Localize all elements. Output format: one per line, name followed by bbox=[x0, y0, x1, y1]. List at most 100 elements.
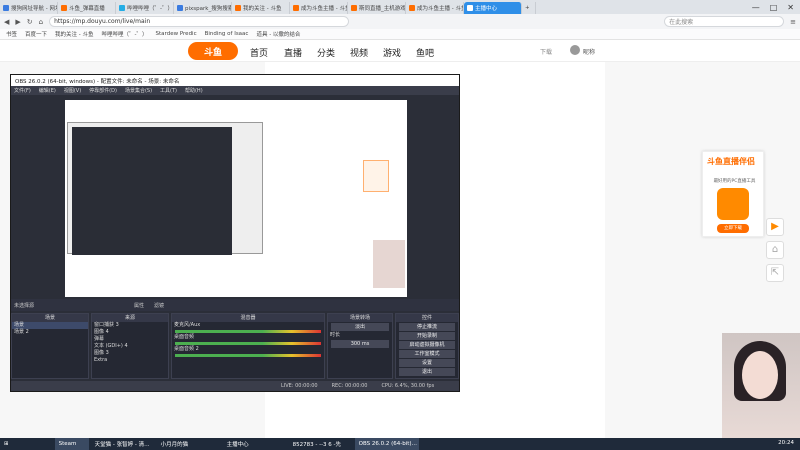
bookmark-item[interactable]: 我的关注 - 斗鱼 bbox=[55, 30, 93, 38]
webcam-face bbox=[742, 351, 778, 399]
nav-game[interactable]: 游戏 bbox=[383, 46, 401, 59]
obs-menu-view[interactable]: 视图(V) bbox=[64, 87, 81, 94]
source-item[interactable]: 图像 4 bbox=[92, 329, 168, 336]
exit-button[interactable]: 退出 bbox=[399, 368, 455, 376]
scene-item[interactable]: 场景 2 bbox=[12, 329, 88, 336]
obs-status-bar: LIVE: 00:00:00 REC: 00:00:00 CPU: 6.4%, … bbox=[11, 381, 459, 391]
browser-tab[interactable]: 斯同直播_主机游戏 bbox=[348, 2, 406, 14]
obs-menu-file[interactable]: 文件(F) bbox=[14, 87, 31, 94]
forward-icon[interactable]: ▶ bbox=[15, 18, 20, 26]
minimize-button[interactable]: — bbox=[752, 3, 760, 12]
tab-label: 我的关注 - 斗鱼 bbox=[243, 6, 282, 12]
properties-button[interactable]: 属性 bbox=[134, 302, 144, 309]
source-item[interactable]: 窗口捕获 3 bbox=[92, 322, 168, 329]
virtual-camera-button[interactable]: 启动虚拟摄像机 bbox=[399, 341, 455, 349]
nav-home[interactable]: 首页 bbox=[250, 46, 268, 59]
url-bar[interactable]: https://mp.douyu.com/live/main bbox=[49, 16, 350, 27]
no-source-label: 未选择源 bbox=[14, 302, 35, 309]
taskbar-item[interactable]: 天堂猫 - 张智婷 - 清… bbox=[91, 438, 155, 450]
bookmark-item[interactable]: 百度一下 bbox=[25, 30, 47, 38]
browser-tab[interactable]: pixspark_搜狗搜索 bbox=[174, 2, 232, 14]
bookmark-item[interactable]: 哔哩哔哩（゜-゜） bbox=[102, 30, 148, 38]
taskbar-item[interactable]: 小月月的猫 bbox=[157, 438, 221, 450]
new-tab-button[interactable]: + bbox=[522, 2, 536, 14]
source-item[interactable]: 图像 3 bbox=[92, 350, 168, 357]
bookmark-item[interactable]: 道具 - 以撒的结合 bbox=[256, 30, 300, 38]
tab-label: pixspark_搜狗搜索 bbox=[185, 6, 232, 12]
nav-live[interactable]: 直播 bbox=[284, 46, 302, 59]
bookmark-item[interactable]: Binding of Isaac bbox=[205, 31, 249, 37]
nav-video[interactable]: 视频 bbox=[350, 46, 368, 59]
promo-card[interactable]: 斗鱼直播伴侣 最好用的PC直播工具 立即下载 bbox=[702, 151, 764, 237]
start-recording-button[interactable]: 开始录制 bbox=[399, 332, 455, 340]
stop-streaming-button[interactable]: 停止推流 bbox=[399, 323, 455, 331]
nav-yuba[interactable]: 鱼吧 bbox=[416, 46, 434, 59]
tab-label: 成为斗鱼主播 - 斗鱼 bbox=[301, 6, 348, 12]
tab-favicon-icon bbox=[467, 5, 473, 11]
close-button[interactable]: ✕ bbox=[787, 3, 794, 12]
preview-promo bbox=[363, 160, 389, 192]
obs-menu-scene-collection[interactable]: 场景集合(S) bbox=[125, 87, 152, 94]
bookmarks-bar: 书签 百度一下 我的关注 - 斗鱼 哔哩哔哩（゜-゜） Stardew Predic Bi… bbox=[0, 29, 800, 40]
bookmark-item[interactable]: 书签 bbox=[6, 30, 17, 38]
maximize-button[interactable]: □ bbox=[770, 3, 778, 12]
home-icon[interactable]: ⌂ bbox=[39, 18, 43, 26]
scene-item[interactable]: 场景 bbox=[12, 322, 88, 329]
webcam-overlay bbox=[722, 333, 800, 438]
browser-tab-strip: 搜狗网址导航 - 网址 斗鱼_弹幕直播 哔哩哔哩（゜-゜） pixspark_搜狗搜索… bbox=[0, 0, 800, 14]
avatar[interactable] bbox=[570, 45, 580, 55]
windows-taskbar: ⊞ Steam 天堂猫 - 张智婷 - 清… 小月月的猫 主播中心 852783 - --… bbox=[0, 438, 800, 450]
home-side-icon[interactable]: ⌂ bbox=[766, 241, 784, 259]
settings-button[interactable]: 设置 bbox=[399, 359, 455, 367]
browser-tab[interactable]: 搜狗网址导航 - 网址 bbox=[0, 2, 58, 14]
mixer-dock: 混音器 麦克风/Aux 桌面音频 桌面音频 2 bbox=[171, 313, 325, 379]
preview-webcam bbox=[373, 240, 405, 288]
nav-category[interactable]: 分类 bbox=[317, 46, 335, 59]
browser-tab[interactable]: 我的关注 - 斗鱼 bbox=[232, 2, 290, 14]
source-item[interactable]: 文本 (GDI+) 4 bbox=[92, 343, 168, 350]
transition-select[interactable]: 淡出 bbox=[331, 323, 389, 331]
address-row: ◀ ▶ ↻ ⌂ https://mp.douyu.com/live/main 在… bbox=[0, 14, 800, 29]
promo-download-button[interactable]: 立即下载 bbox=[717, 224, 749, 233]
source-item[interactable]: Extra bbox=[92, 357, 168, 364]
promo-title: 斗鱼直播伴侣 bbox=[707, 157, 755, 166]
refresh-icon[interactable]: ↻ bbox=[27, 18, 33, 26]
taskbar-item[interactable]: Steam bbox=[54, 438, 89, 450]
volume-meter bbox=[175, 354, 321, 357]
browser-tab[interactable]: 斗鱼_弹幕直播 bbox=[58, 2, 116, 14]
filters-button[interactable]: 滤镜 bbox=[154, 302, 164, 309]
tab-label: 斗鱼_弹幕直播 bbox=[69, 6, 105, 12]
menu-icon[interactable]: ≡ bbox=[790, 18, 796, 26]
back-icon[interactable]: ◀ bbox=[4, 18, 9, 26]
taskbar-item[interactable]: OBS 26.0.2 (64-bit)… bbox=[354, 438, 419, 450]
browser-tab[interactable]: 主播中心 bbox=[464, 2, 522, 14]
obs-menu-docks[interactable]: 停靠部件(D) bbox=[89, 87, 117, 94]
obs-menu-tools[interactable]: 工具(T) bbox=[160, 87, 177, 94]
taskbar-item[interactable]: 主播中心 bbox=[223, 438, 287, 450]
username[interactable]: 昵称 bbox=[583, 47, 595, 56]
douyu-logo[interactable]: 斗鱼 bbox=[188, 42, 238, 60]
duration-input[interactable]: 300 ms bbox=[331, 340, 389, 348]
obs-source-toolbar: 未选择源 属性 滤镜 bbox=[11, 299, 459, 311]
download-link[interactable]: 下载 bbox=[540, 47, 552, 56]
mixer-track-name: 桌面音频 bbox=[174, 334, 195, 340]
obs-menu-help[interactable]: 帮助(H) bbox=[185, 87, 203, 94]
tab-favicon-icon bbox=[177, 5, 183, 11]
bookmark-item[interactable]: Stardew Predic bbox=[156, 31, 197, 37]
obs-menu-edit[interactable]: 编辑(E) bbox=[39, 87, 56, 94]
obs-preview[interactable] bbox=[65, 100, 407, 297]
play-icon[interactable]: ▶ bbox=[766, 218, 784, 236]
browser-tab[interactable]: 成为斗鱼主播 - 斗鱼 bbox=[406, 2, 464, 14]
window-controls: — □ ✕ bbox=[752, 0, 800, 14]
studio-mode-button[interactable]: 工作室模式 bbox=[399, 350, 455, 358]
taskbar-item[interactable]: 852783 - --3 6 -先 bbox=[289, 438, 353, 450]
expand-icon[interactable]: ⇱ bbox=[766, 264, 784, 282]
cpu-status: CPU: 6.4%, 30.00 fps bbox=[381, 383, 435, 389]
start-button[interactable]: ⊞ bbox=[0, 438, 13, 450]
browser-tab[interactable]: 哔哩哔哩（゜-゜） bbox=[116, 2, 174, 14]
source-item[interactable]: 弹幕 bbox=[92, 336, 168, 343]
obs-window[interactable]: OBS 26.0.2 (64-bit, windows) - 配置文件: 未命名… bbox=[10, 74, 460, 392]
search-box[interactable]: 在此搜索 bbox=[664, 16, 785, 27]
browser-tab[interactable]: 成为斗鱼主播 - 斗鱼 bbox=[290, 2, 348, 14]
scenes-dock: 场景 场景 场景 2 bbox=[11, 313, 89, 379]
